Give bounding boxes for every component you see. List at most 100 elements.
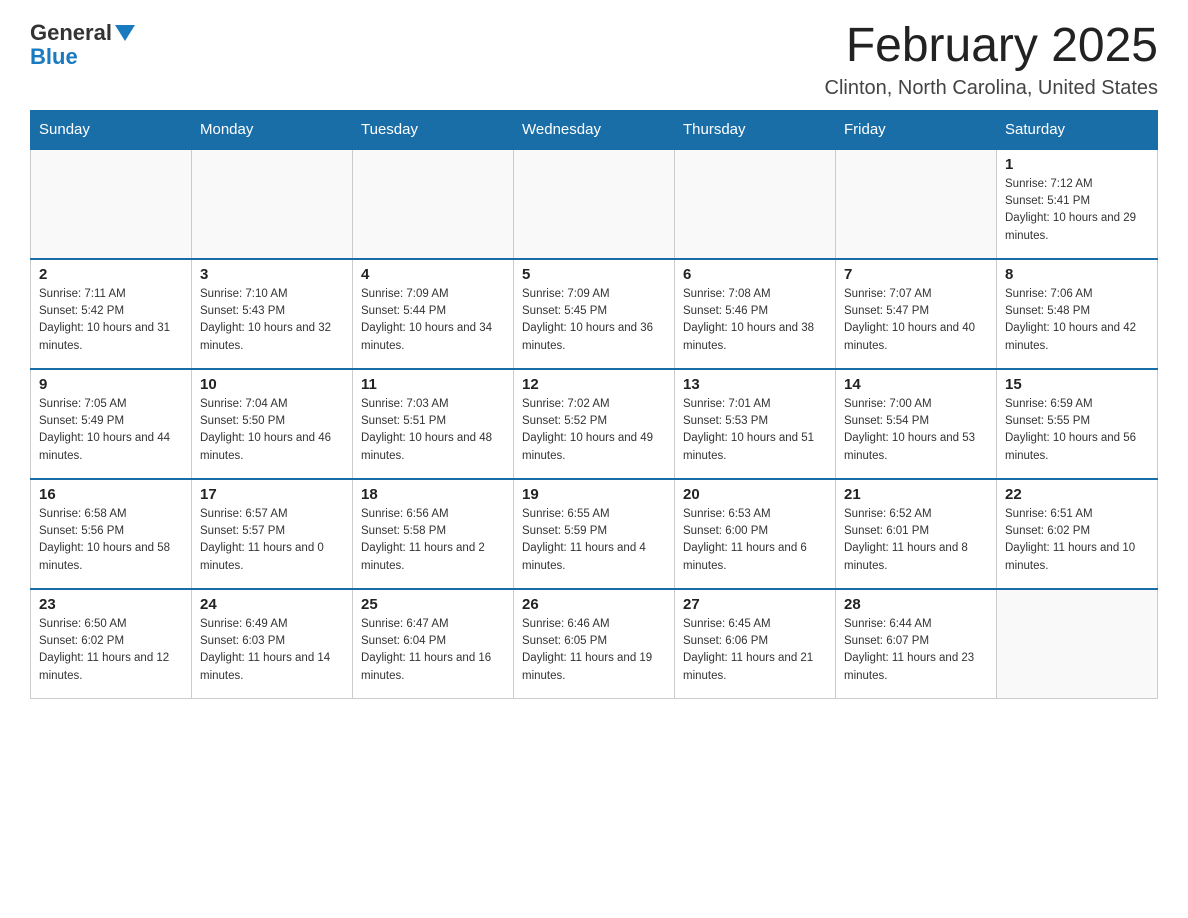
- day-number: 20: [683, 486, 827, 503]
- day-number: 11: [361, 376, 505, 393]
- day-info: Sunrise: 6:59 AMSunset: 5:55 PMDaylight:…: [1005, 396, 1149, 465]
- day-number: 16: [39, 486, 183, 503]
- day-number: 22: [1005, 486, 1149, 503]
- calendar-cell: 13 Sunrise: 7:01 AMSunset: 5:53 PMDayligh…: [675, 369, 836, 479]
- day-info: Sunrise: 7:10 AMSunset: 5:43 PMDaylight:…: [200, 286, 344, 355]
- day-info: Sunrise: 7:07 AMSunset: 5:47 PMDaylight:…: [844, 286, 988, 355]
- day-info: Sunrise: 7:05 AMSunset: 5:49 PMDaylight:…: [39, 396, 183, 465]
- week-row-3: 9 Sunrise: 7:05 AMSunset: 5:49 PMDaylight…: [31, 369, 1158, 479]
- day-number: 18: [361, 486, 505, 503]
- column-header-thursday: Thursday: [675, 110, 836, 149]
- day-info: Sunrise: 6:50 AMSunset: 6:02 PMDaylight:…: [39, 616, 183, 685]
- day-number: 25: [361, 596, 505, 613]
- day-info: Sunrise: 6:58 AMSunset: 5:56 PMDaylight:…: [39, 506, 183, 575]
- day-info: Sunrise: 6:56 AMSunset: 5:58 PMDaylight:…: [361, 506, 505, 575]
- logo-general: General: [30, 20, 135, 46]
- calendar-cell: 24 Sunrise: 6:49 AMSunset: 6:03 PMDayligh…: [192, 589, 353, 699]
- day-info: Sunrise: 6:53 AMSunset: 6:00 PMDaylight:…: [683, 506, 827, 575]
- calendar-header-row: SundayMondayTuesdayWednesdayThursdayFrid…: [31, 110, 1158, 149]
- calendar-cell: [675, 149, 836, 259]
- calendar-cell: 5 Sunrise: 7:09 AMSunset: 5:45 PMDaylight…: [514, 259, 675, 369]
- day-info: Sunrise: 6:47 AMSunset: 6:04 PMDaylight:…: [361, 616, 505, 685]
- day-info: Sunrise: 7:12 AMSunset: 5:41 PMDaylight:…: [1005, 176, 1149, 245]
- day-number: 5: [522, 266, 666, 283]
- calendar-cell: 22 Sunrise: 6:51 AMSunset: 6:02 PMDayligh…: [997, 479, 1158, 589]
- column-header-sunday: Sunday: [31, 110, 192, 149]
- week-row-4: 16 Sunrise: 6:58 AMSunset: 5:56 PMDayligh…: [31, 479, 1158, 589]
- calendar-cell: 15 Sunrise: 6:59 AMSunset: 5:55 PMDayligh…: [997, 369, 1158, 479]
- calendar-cell: 20 Sunrise: 6:53 AMSunset: 6:00 PMDayligh…: [675, 479, 836, 589]
- day-info: Sunrise: 6:51 AMSunset: 6:02 PMDaylight:…: [1005, 506, 1149, 575]
- calendar-cell: 4 Sunrise: 7:09 AMSunset: 5:44 PMDaylight…: [353, 259, 514, 369]
- day-number: 9: [39, 376, 183, 393]
- calendar-cell: 10Sunrise: 7:04 AMSunset: 5:50 PMDayligh…: [192, 369, 353, 479]
- day-number: 17: [200, 486, 344, 503]
- logo-blue-text: Blue: [30, 44, 78, 70]
- day-number: 10: [200, 376, 344, 393]
- week-row-5: 23 Sunrise: 6:50 AMSunset: 6:02 PMDayligh…: [31, 589, 1158, 699]
- calendar-cell: 25 Sunrise: 6:47 AMSunset: 6:04 PMDayligh…: [353, 589, 514, 699]
- day-info: Sunrise: 7:09 AMSunset: 5:44 PMDaylight:…: [361, 286, 505, 355]
- day-number: 14: [844, 376, 988, 393]
- day-number: 23: [39, 596, 183, 613]
- calendar-cell: 26Sunrise: 6:46 AMSunset: 6:05 PMDayligh…: [514, 589, 675, 699]
- day-number: 28: [844, 596, 988, 613]
- calendar-cell: 3Sunrise: 7:10 AMSunset: 5:43 PMDaylight…: [192, 259, 353, 369]
- header: General Blue February 2025 Clinton, Nort…: [30, 20, 1158, 100]
- calendar-cell: 2Sunrise: 7:11 AMSunset: 5:42 PMDaylight…: [31, 259, 192, 369]
- day-number: 21: [844, 486, 988, 503]
- calendar-cell: 19Sunrise: 6:55 AMSunset: 5:59 PMDayligh…: [514, 479, 675, 589]
- day-number: 2: [39, 266, 183, 283]
- calendar-cell: 14 Sunrise: 7:00 AMSunset: 5:54 PMDayligh…: [836, 369, 997, 479]
- calendar-cell: [192, 149, 353, 259]
- day-number: 6: [683, 266, 827, 283]
- day-number: 19: [522, 486, 666, 503]
- logo: General Blue: [30, 20, 135, 70]
- day-number: 4: [361, 266, 505, 283]
- calendar-cell: [353, 149, 514, 259]
- column-header-monday: Monday: [192, 110, 353, 149]
- column-header-wednesday: Wednesday: [514, 110, 675, 149]
- title-area: February 2025 Clinton, North Carolina, U…: [825, 20, 1159, 100]
- logo-general-text: General: [30, 20, 112, 46]
- calendar-cell: 1Sunrise: 7:12 AMSunset: 5:41 PMDaylight…: [997, 149, 1158, 259]
- day-number: 7: [844, 266, 988, 283]
- week-row-2: 2Sunrise: 7:11 AMSunset: 5:42 PMDaylight…: [31, 259, 1158, 369]
- day-number: 26: [522, 596, 666, 613]
- day-info: Sunrise: 6:45 AMSunset: 6:06 PMDaylight:…: [683, 616, 827, 685]
- logo-triangle-icon: [115, 25, 135, 41]
- calendar-cell: 18 Sunrise: 6:56 AMSunset: 5:58 PMDayligh…: [353, 479, 514, 589]
- column-header-tuesday: Tuesday: [353, 110, 514, 149]
- column-header-saturday: Saturday: [997, 110, 1158, 149]
- column-header-friday: Friday: [836, 110, 997, 149]
- calendar-cell: 11 Sunrise: 7:03 AMSunset: 5:51 PMDayligh…: [353, 369, 514, 479]
- calendar-cell: 9 Sunrise: 7:05 AMSunset: 5:49 PMDaylight…: [31, 369, 192, 479]
- day-info: Sunrise: 7:09 AMSunset: 5:45 PMDaylight:…: [522, 286, 666, 355]
- calendar-cell: [514, 149, 675, 259]
- month-title: February 2025: [825, 20, 1159, 73]
- day-info: Sunrise: 6:49 AMSunset: 6:03 PMDaylight:…: [200, 616, 344, 685]
- day-info: Sunrise: 7:02 AMSunset: 5:52 PMDaylight:…: [522, 396, 666, 465]
- day-info: Sunrise: 6:44 AMSunset: 6:07 PMDaylight:…: [844, 616, 988, 685]
- day-number: 13: [683, 376, 827, 393]
- day-info: Sunrise: 7:08 AMSunset: 5:46 PMDaylight:…: [683, 286, 827, 355]
- calendar-cell: [997, 589, 1158, 699]
- calendar-cell: 6 Sunrise: 7:08 AMSunset: 5:46 PMDaylight…: [675, 259, 836, 369]
- day-number: 27: [683, 596, 827, 613]
- day-info: Sunrise: 7:01 AMSunset: 5:53 PMDaylight:…: [683, 396, 827, 465]
- day-info: Sunrise: 7:00 AMSunset: 5:54 PMDaylight:…: [844, 396, 988, 465]
- day-number: 12: [522, 376, 666, 393]
- calendar-cell: 17Sunrise: 6:57 AMSunset: 5:57 PMDayligh…: [192, 479, 353, 589]
- calendar-cell: 23 Sunrise: 6:50 AMSunset: 6:02 PMDayligh…: [31, 589, 192, 699]
- calendar-cell: [836, 149, 997, 259]
- calendar-cell: 7 Sunrise: 7:07 AMSunset: 5:47 PMDaylight…: [836, 259, 997, 369]
- day-number: 15: [1005, 376, 1149, 393]
- day-info: Sunrise: 6:52 AMSunset: 6:01 PMDaylight:…: [844, 506, 988, 575]
- day-info: Sunrise: 7:03 AMSunset: 5:51 PMDaylight:…: [361, 396, 505, 465]
- calendar: SundayMondayTuesdayWednesdayThursdayFrid…: [30, 110, 1158, 700]
- day-number: 24: [200, 596, 344, 613]
- day-info: Sunrise: 7:06 AMSunset: 5:48 PMDaylight:…: [1005, 286, 1149, 355]
- calendar-cell: 28 Sunrise: 6:44 AMSunset: 6:07 PMDayligh…: [836, 589, 997, 699]
- calendar-cell: 16 Sunrise: 6:58 AMSunset: 5:56 PMDayligh…: [31, 479, 192, 589]
- calendar-cell: [31, 149, 192, 259]
